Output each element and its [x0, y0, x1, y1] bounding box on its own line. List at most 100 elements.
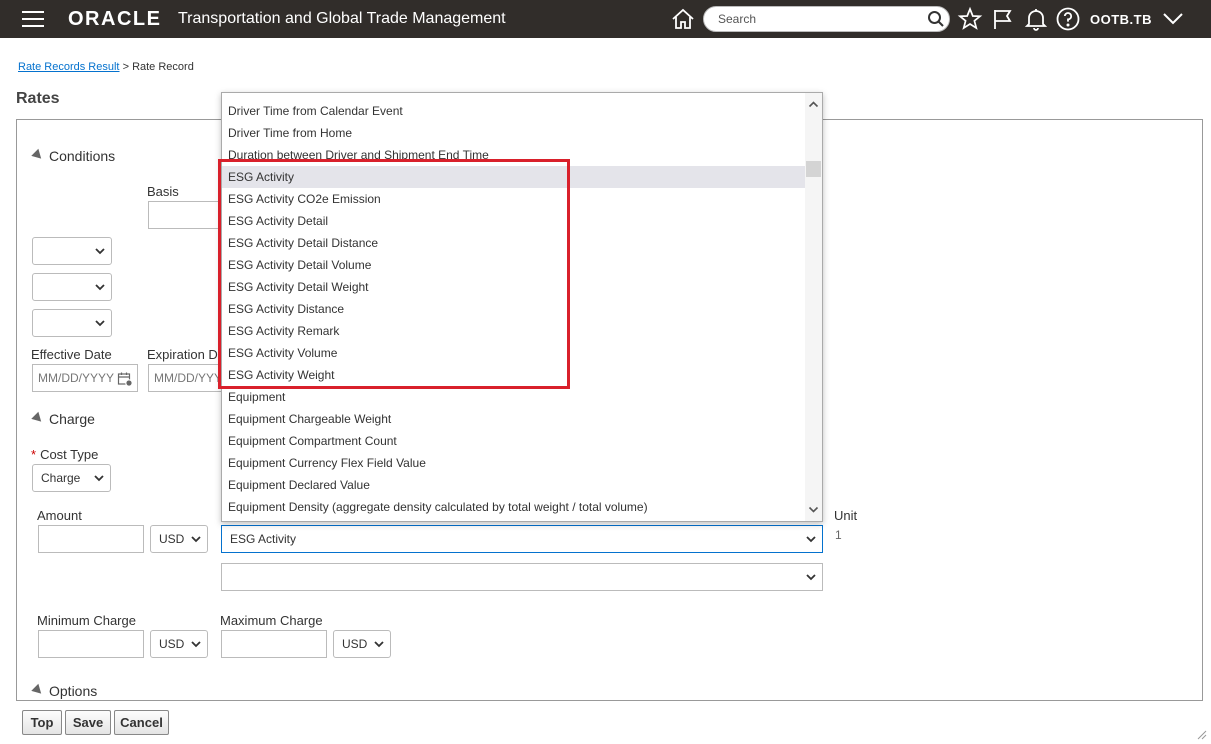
minimum-currency-value: USD	[159, 637, 185, 651]
minimum-currency-select[interactable]: USD	[150, 630, 208, 658]
home-icon[interactable]	[670, 6, 696, 32]
resize-grip-icon[interactable]	[1195, 728, 1207, 740]
chevron-down-icon	[191, 641, 201, 648]
options-label: Options	[49, 683, 98, 699]
cost-type-label: * Cost Type	[31, 447, 98, 462]
conditions-label: Conditions	[49, 148, 116, 164]
condition-select-1[interactable]	[32, 237, 112, 265]
scrollbar-thumb[interactable]	[806, 161, 821, 177]
oracle-logo: ORACLE	[68, 8, 162, 30]
chevron-down-icon	[374, 641, 384, 648]
effective-date-label: Effective Date	[31, 347, 112, 362]
unit-label: Unit	[834, 508, 858, 523]
dropdown-option[interactable]: Equipment Compartment Count	[222, 430, 806, 452]
breadcrumb-current: Rate Record	[132, 61, 194, 73]
chevron-down-icon	[806, 536, 816, 543]
dropdown-scrollbar[interactable]	[805, 93, 822, 521]
collapse-triangle-icon[interactable]	[31, 411, 45, 426]
amount-input[interactable]	[38, 525, 144, 553]
dropdown-option[interactable]: ESG Activity Weight	[222, 364, 806, 386]
basis-input[interactable]	[148, 201, 224, 229]
dropdown-option[interactable]: ESG Activity Remark	[222, 320, 806, 342]
calendar-icon[interactable]	[117, 371, 133, 387]
condition-select-2[interactable]	[32, 273, 112, 301]
maximum-currency-select[interactable]: USD	[333, 630, 391, 658]
dropdown-option[interactable]: ESG Activity CO2e Emission	[222, 188, 806, 210]
condition-select-3[interactable]	[32, 309, 112, 337]
cost-type-label-text: Cost Type	[40, 447, 99, 462]
breadcrumb-separator: >	[122, 61, 129, 73]
rate-attribute-dropdown-list[interactable]: Driver Time from Calendar Event Driver Ti…	[221, 92, 823, 522]
search-icon[interactable]	[927, 10, 945, 28]
conditions-section-header[interactable]: Conditions	[31, 148, 116, 164]
global-header: ORACLE Transportation and Global Trade M…	[0, 0, 1211, 38]
maximum-currency-value: USD	[342, 637, 368, 651]
chevron-down-icon	[806, 574, 816, 581]
amount-label: Amount	[37, 508, 82, 523]
expiration-date-label: Expiration D	[147, 347, 218, 362]
dropdown-option[interactable]: ESG Activity Detail Weight	[222, 276, 806, 298]
required-asterisk: *	[31, 447, 37, 462]
dropdown-option[interactable]: Driver Time from Calendar Event	[222, 100, 806, 122]
save-button[interactable]: Save	[65, 710, 111, 735]
dropdown-option[interactable]: ESG Activity Volume	[222, 342, 806, 364]
menu-icon[interactable]	[22, 11, 44, 27]
search-input[interactable]	[716, 10, 916, 28]
collapse-triangle-icon[interactable]	[31, 683, 45, 698]
breadcrumb-rate-records-result[interactable]: Rate Records Result	[18, 61, 120, 73]
dropdown-option[interactable]: Equipment Currency Flex Field Value	[222, 452, 806, 474]
app-title: Transportation and Global Trade Manageme…	[178, 10, 506, 27]
dropdown-option[interactable]: ESG Activity Detail	[222, 210, 806, 232]
minimum-charge-input[interactable]	[38, 630, 144, 658]
amount-currency-select[interactable]: USD	[150, 525, 208, 553]
scroll-down-arrow-icon[interactable]	[808, 504, 819, 515]
page-title: Rates	[16, 90, 60, 107]
scroll-up-arrow-icon[interactable]	[808, 99, 819, 110]
cost-type-value: Charge	[41, 471, 81, 485]
chevron-down-icon	[191, 536, 201, 543]
cost-type-select[interactable]: Charge	[32, 464, 111, 492]
help-icon[interactable]	[1055, 6, 1081, 32]
dropdown-option[interactable]: ESG Activity	[222, 166, 806, 188]
dropdown-option[interactable]: ESG Activity Detail Volume	[222, 254, 806, 276]
user-name[interactable]: OOTB.TB	[1090, 12, 1152, 27]
favorites-star-icon[interactable]	[957, 6, 983, 32]
flag-icon[interactable]	[990, 6, 1016, 32]
effective-date-placeholder: MM/DD/YYYY	[38, 371, 115, 385]
chevron-down-icon	[95, 320, 105, 327]
dropdown-option[interactable]: Equipment	[222, 386, 806, 408]
options-section-header[interactable]: Options	[31, 683, 98, 699]
rate-attribute-value: ESG Activity	[230, 532, 297, 546]
amount-currency-value: USD	[159, 532, 185, 546]
maximum-charge-label: Maximum Charge	[220, 613, 323, 628]
chevron-down-icon	[95, 284, 105, 291]
user-menu-chevron-icon[interactable]	[1160, 6, 1186, 32]
rate-secondary-select[interactable]	[221, 563, 823, 591]
collapse-triangle-icon[interactable]	[31, 148, 45, 163]
dropdown-option[interactable]: Equipment Density (aggregate density cal…	[222, 496, 806, 518]
dropdown-option[interactable]: ESG Activity Detail Distance	[222, 232, 806, 254]
chevron-down-icon	[94, 475, 104, 482]
minimum-charge-label: Minimum Charge	[37, 613, 136, 628]
breadcrumb: Rate Records Result > Rate Record	[18, 61, 194, 73]
dropdown-option[interactable]: Equipment Chargeable Weight	[222, 408, 806, 430]
notifications-bell-icon[interactable]	[1023, 6, 1049, 32]
charge-label: Charge	[49, 411, 95, 427]
global-search[interactable]	[703, 6, 950, 32]
dropdown-option[interactable]: Driver Time from Home	[222, 122, 806, 144]
rate-attribute-select[interactable]: ESG Activity	[221, 525, 823, 553]
top-button[interactable]: Top	[22, 710, 62, 735]
dropdown-option[interactable]: Duration between Driver and Shipment End…	[222, 144, 806, 166]
expiration-date-input[interactable]: MM/DD/YYYY	[148, 364, 230, 392]
dropdown-option[interactable]: Equipment Declared Value	[222, 474, 806, 496]
effective-date-input[interactable]: MM/DD/YYYY	[32, 364, 138, 392]
basis-label: Basis	[147, 184, 179, 199]
maximum-charge-input[interactable]	[221, 630, 327, 658]
chevron-down-icon	[95, 248, 105, 255]
expiration-date-placeholder: MM/DD/YYYY	[154, 371, 231, 385]
charge-section-header[interactable]: Charge	[31, 411, 95, 427]
dropdown-options: Driver Time from Calendar Event Driver Ti…	[222, 100, 806, 518]
dropdown-option[interactable]: ESG Activity Distance	[222, 298, 806, 320]
unit-value: 1	[835, 528, 842, 542]
cancel-button[interactable]: Cancel	[114, 710, 169, 735]
